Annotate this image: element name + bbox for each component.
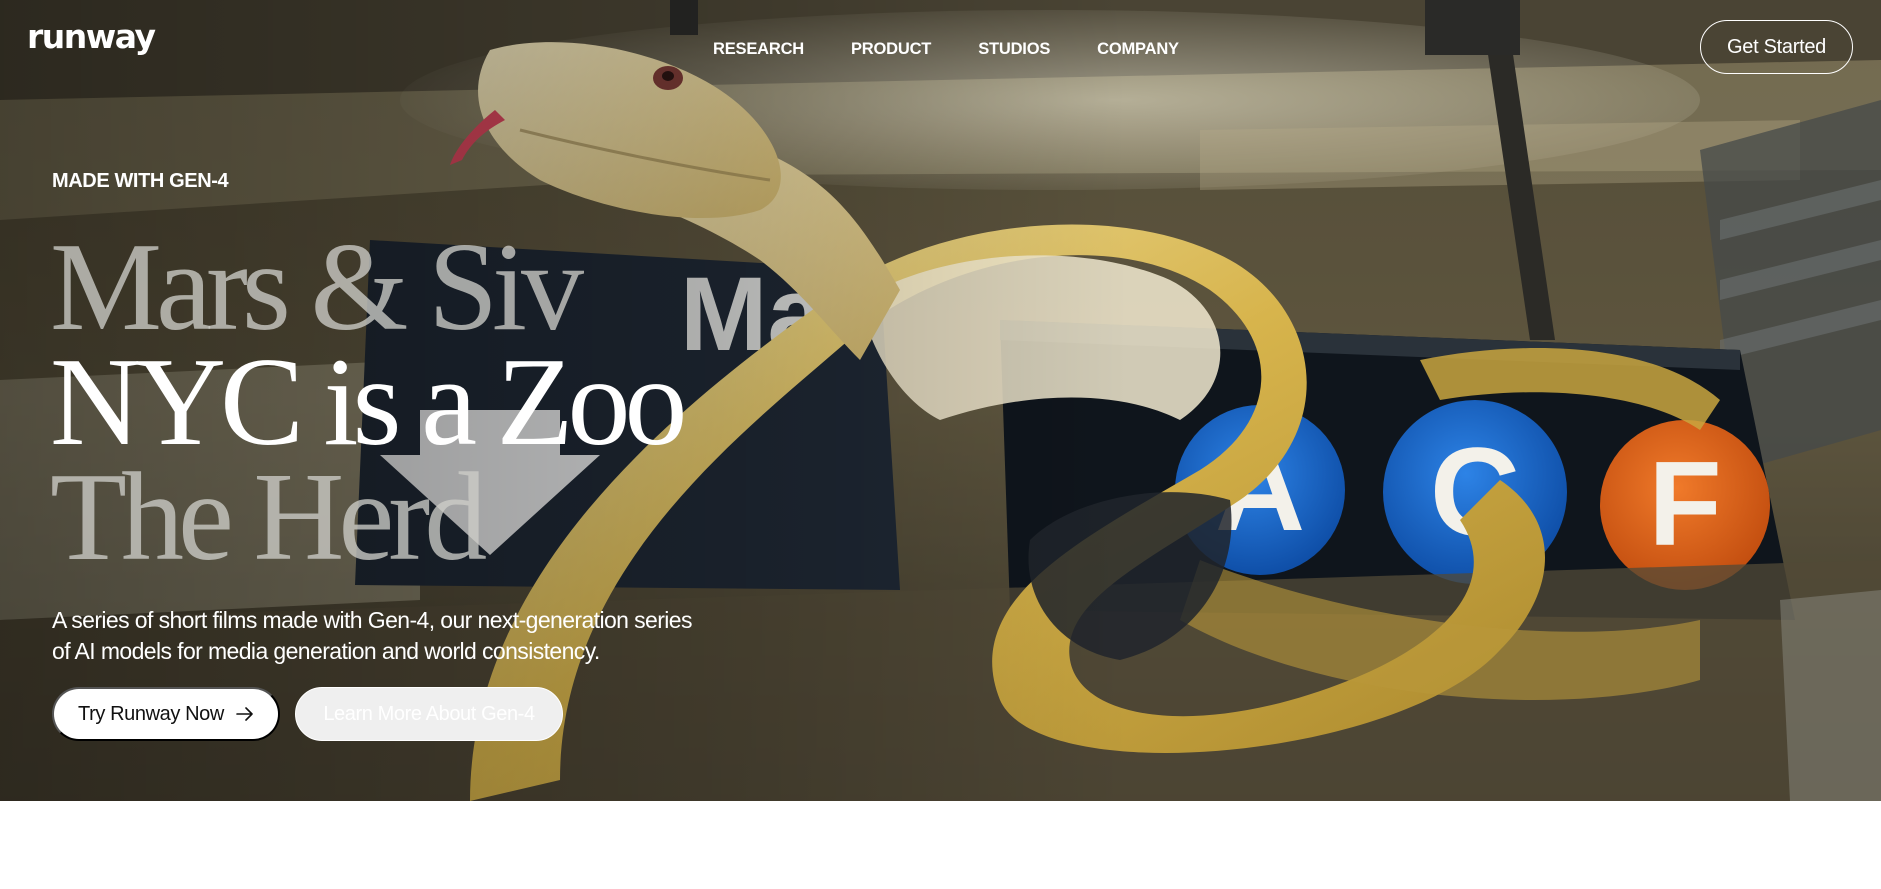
hero-description-line-1: A series of short films made with Gen-4,… [52, 607, 692, 633]
hero-description: A series of short films made with Gen-4,… [52, 605, 752, 667]
hero-section: Ma A C F runway RESEARCH PRODUCT STU [0, 0, 1881, 801]
nav-research[interactable]: RESEARCH [713, 39, 804, 59]
main-nav: RESEARCH PRODUCT STUDIOS COMPANY [713, 39, 1179, 59]
below-hero-section [0, 801, 1881, 889]
nav-company[interactable]: COMPANY [1097, 39, 1179, 59]
film-title-the-herd[interactable]: The Herd [50, 455, 487, 581]
learn-more-gen4-button[interactable]: Learn More About Gen-4 [295, 687, 563, 741]
nav-product[interactable]: PRODUCT [851, 39, 931, 59]
nav-studios[interactable]: STUDIOS [978, 39, 1050, 59]
hero-description-line-2: of AI models for media generation and wo… [52, 638, 600, 664]
try-runway-now-button[interactable]: Try Runway Now [52, 687, 280, 741]
runway-logo[interactable]: runway [27, 20, 156, 53]
try-runway-now-label: Try Runway Now [78, 702, 224, 725]
arrow-right-icon [236, 707, 253, 721]
get-started-button[interactable]: Get Started [1700, 20, 1853, 74]
hero-eyebrow: MADE WITH GEN-4 [52, 170, 229, 192]
